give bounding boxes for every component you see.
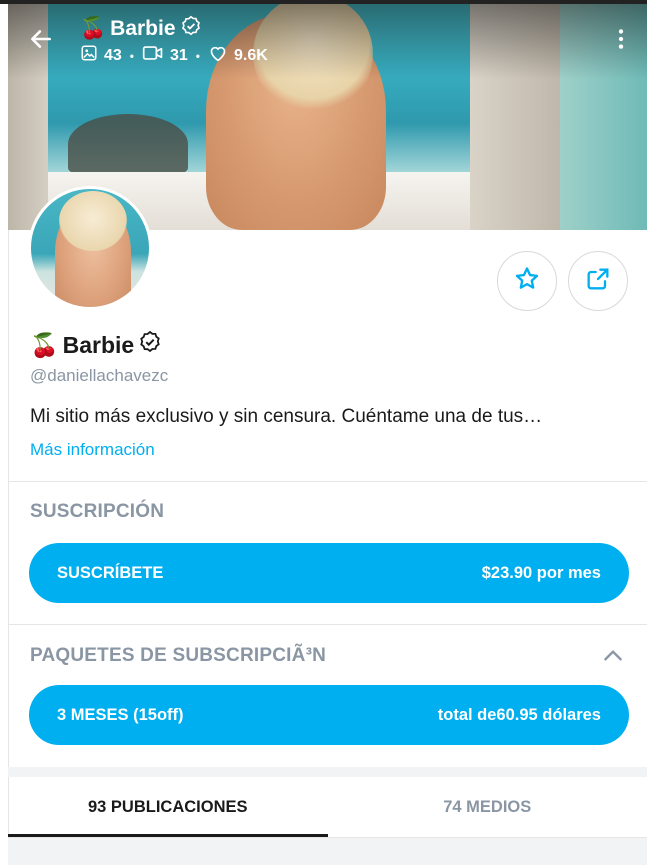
profile-header: 🍒 Barbie 43 • 31 • 9.6K [8,4,647,74]
cherry-emoji: 🍒 [30,331,59,358]
header-stats: 43 • 31 • 9.6K [80,44,268,67]
tab-media[interactable]: 74 MEDIOS [328,777,647,837]
cherry-emoji: 🍒 [80,17,107,40]
heart-icon [208,44,228,67]
subscription-title: SUSCRIPCIÓN [30,501,165,522]
image-icon [80,44,98,67]
chevron-up-icon[interactable] [600,643,626,669]
profile-handle: @daniellachavezc [30,366,169,385]
avatar[interactable] [28,186,152,310]
back-arrow-icon[interactable] [28,26,54,52]
favorite-button[interactable] [497,251,557,311]
bundle-button-price: total de60.95 dólares [437,705,601,724]
profile-bio: Mi sitio más exclusivo y sin censura. Cu… [30,406,543,427]
more-info-link[interactable]: Más información [30,440,155,460]
share-icon [584,265,612,298]
photos-stat: 43 [80,44,122,67]
videos-stat: 31 [142,44,188,67]
header-name-text: Barbie [110,17,176,40]
tab-posts[interactable]: 93 PUBLICACIONES [8,777,328,837]
bundle-button[interactable]: 3 MESES (15off) total de60.95 dólares [29,685,629,745]
divider [8,624,647,625]
subscribe-button-price: $23.90 por mes [481,563,601,582]
more-vertical-icon[interactable] [608,26,634,52]
share-button[interactable] [568,251,628,311]
likes-stat: 9.6K [208,44,268,67]
section-separator [8,767,647,777]
subscribe-button-label: SUSCRÍBETE [57,563,164,582]
divider [8,481,647,482]
subscribe-button[interactable]: SUSCRÍBETE $23.90 por mes [29,543,629,603]
header-name: 🍒 Barbie [80,15,202,43]
bundle-button-label: 3 MESES (15off) [57,705,184,724]
verified-icon [138,330,162,360]
bundles-title: PAQUETES DE SUBSCRIPCIÃ³N [30,645,327,666]
verified-icon [180,15,202,43]
star-icon [513,265,541,298]
content-tabs: 93 PUBLICACIONES 74 MEDIOS [8,777,647,837]
profile-name: 🍒 Barbie [30,330,162,360]
profile-name-text: Barbie [62,331,135,358]
feed-area [8,838,647,865]
video-icon [142,44,164,67]
